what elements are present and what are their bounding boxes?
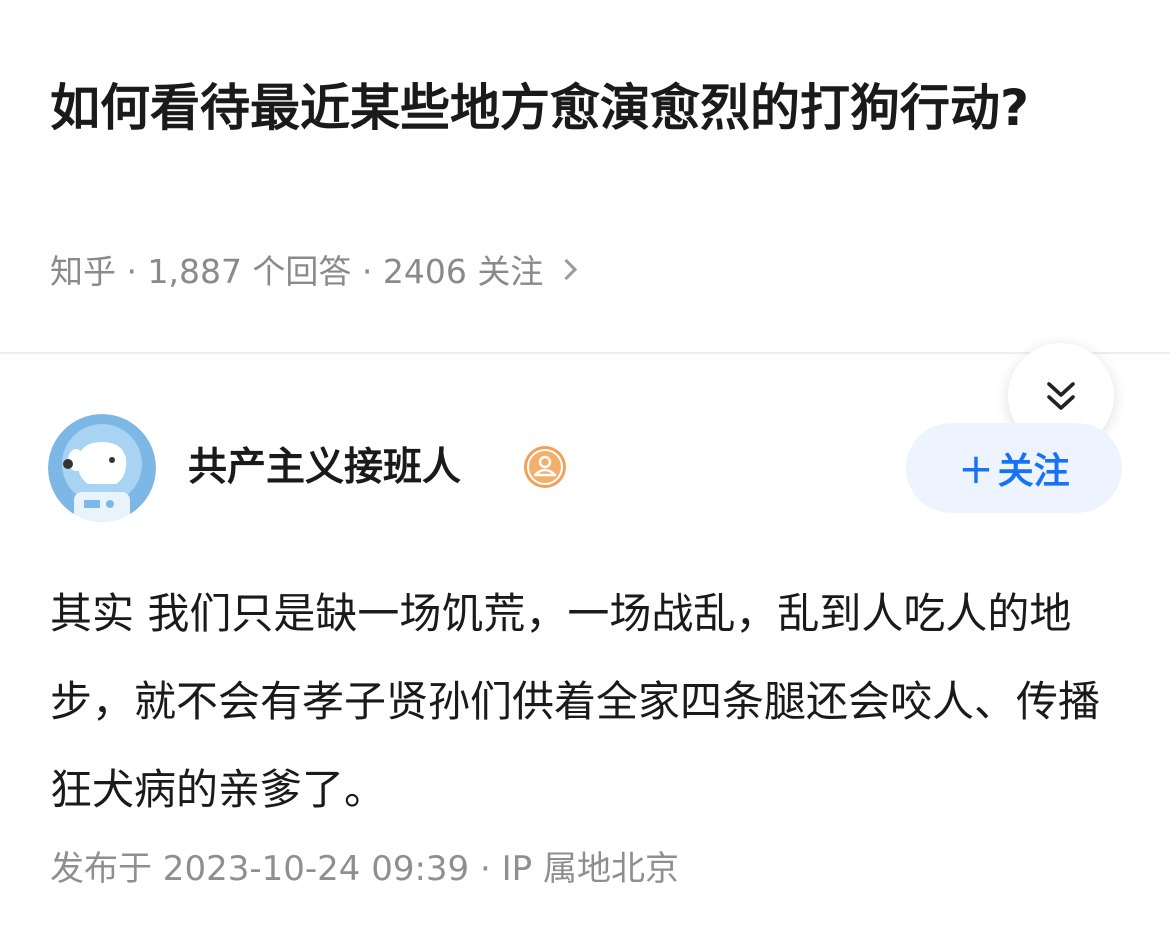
zhihu-answer-page: 如何看待最近某些地方愈演愈烈的打狗行动? 知乎 · 1,887 个回答 · 24… — [0, 0, 1170, 930]
chevron-right-icon — [556, 258, 578, 280]
double-chevron-down-icon — [1047, 382, 1075, 410]
plus-icon: + — [958, 443, 994, 493]
answer-content[interactable]: 其实 我们只是缺一场饥荒，一场战乱，乱到人吃人的地步，就不会有孝子贤孙们供着全家… — [50, 570, 1120, 834]
follow-button[interactable]: + 关注 — [906, 423, 1122, 513]
question-meta-link[interactable]: 知乎 · 1,887 个回答 · 2406 关注 — [50, 246, 578, 292]
follow-label: 关注 — [997, 451, 1070, 492]
divider — [0, 352, 1170, 354]
question-title[interactable]: 如何看待最近某些地方愈演愈烈的打狗行动? — [50, 68, 1110, 148]
user-badge-icon — [524, 446, 566, 488]
answer-publish-info: 发布于 2023-10-24 09:39 · IP 属地北京 — [50, 849, 679, 889]
astronaut-dog-avatar-icon — [48, 414, 156, 522]
avatar[interactable] — [48, 414, 156, 522]
author-name[interactable]: 共产主义接班人 — [188, 440, 461, 496]
question-stats: 知乎 · 1,887 个回答 · 2406 关注 — [50, 252, 544, 291]
